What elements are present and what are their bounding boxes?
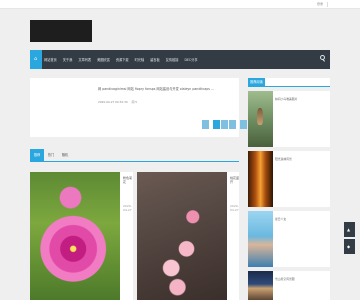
site-logo[interactable] — [30, 20, 92, 42]
sidebar-item[interactable]: 夏日少女 — [248, 211, 330, 267]
search-icon[interactable] — [320, 55, 325, 63]
login-link[interactable]: 登录 — [317, 2, 323, 6]
wechat-button[interactable]: ◆ — [344, 239, 355, 254]
card-title[interactable]: 桃花盛开 — [230, 176, 239, 184]
tab-recommended[interactable]: 推荐 — [30, 149, 44, 161]
nav-item-guestbook[interactable]: 留言板 — [150, 57, 160, 62]
nav-item-articles[interactable]: 文章列表 — [78, 57, 91, 62]
arrow-up-icon: ▲ — [347, 227, 351, 232]
nav-item-downloads[interactable]: 资源下载 — [116, 57, 129, 62]
slider-dot-3[interactable] — [229, 120, 236, 129]
notice-headline[interactable]: 网 pandivaginimsi 网站 fiopry fonsps 网站建设与开… — [98, 86, 248, 91]
nav-item-gallery[interactable]: 美图欣赏 — [97, 57, 110, 62]
tab-popular[interactable]: 热门 — [44, 149, 58, 161]
main-nav: ⌂ 网站首页 关于我 文章列表 美图欣赏 资源下载 时光轴 留言板 友情链接 D… — [30, 50, 330, 69]
tab-random[interactable]: 随机 — [58, 149, 72, 161]
card-date: 2020-04-27 — [123, 204, 132, 212]
notice-meta: 2020-04-27 00:32:30 阅 5 — [98, 100, 137, 104]
slider-dot-2[interactable] — [221, 120, 228, 129]
slider-dot-1[interactable] — [213, 120, 220, 129]
slider-prev-button[interactable] — [202, 120, 209, 129]
sidebar-item-title[interactable]: 雪山星空风景图 — [275, 277, 295, 281]
notice-views: 阅 5 — [131, 100, 138, 104]
thumb-forest[interactable] — [248, 151, 273, 207]
thumb-girl[interactable] — [248, 211, 273, 267]
sidebar-item[interactable]: 雪山星空风景图 — [248, 271, 330, 300]
top-bar: 登录 — [0, 0, 360, 9]
thumb-mountain[interactable] — [248, 271, 273, 300]
nav-item-timeline[interactable]: 时光轴 — [135, 57, 145, 62]
back-to-top-button[interactable]: ▲ — [344, 222, 355, 237]
nav-menu: 网站首页 关于我 文章列表 美图欣赏 资源下载 时光轴 留言板 友情链接 DEC… — [44, 50, 204, 69]
article-card[interactable]: 桃花盛开 2020-04-27 — [137, 172, 239, 300]
sidebar-item-title[interactable]: 夏日少女 — [275, 217, 286, 221]
nav-item-dec[interactable]: DEC分享 — [184, 57, 197, 62]
home-icon: ⌂ — [34, 56, 38, 62]
topbar-divider — [327, 2, 328, 7]
thumb-bird[interactable] — [248, 91, 273, 147]
slider-next-button[interactable] — [240, 120, 247, 129]
nav-item-about[interactable]: 关于我 — [63, 57, 73, 62]
nav-item-home[interactable]: 网站首页 — [44, 57, 57, 62]
content-tabs: 推荐 热门 随机 — [30, 147, 239, 162]
sidebar-item[interactable]: 阳光森林风景 — [248, 151, 330, 207]
sidebar-heading: 推荐阅读 — [248, 78, 330, 87]
sidebar-item-title[interactable]: 阳光森林风景 — [275, 157, 292, 161]
sidebar-heading-label: 推荐阅读 — [248, 78, 265, 86]
sidebar-item-title[interactable]: 林间小鸟唯美图片 — [275, 97, 297, 101]
sidebar-item[interactable]: 林间小鸟唯美图片 — [248, 91, 330, 147]
card-date: 2020-04-27 — [230, 204, 239, 212]
card-image-blossom[interactable] — [137, 172, 227, 300]
article-card[interactable]: 粉色菊花 2020-04-27 — [30, 172, 133, 300]
nav-home-button[interactable]: ⌂ — [30, 50, 42, 69]
card-title[interactable]: 粉色菊花 — [123, 176, 133, 184]
slider-controls — [202, 120, 248, 129]
nav-item-links[interactable]: 友情链接 — [166, 57, 179, 62]
featured-notice: 网 pandivaginimsi 网站 fiopry fonsps 网站建设与开… — [30, 78, 247, 137]
card-image-dahlia[interactable] — [30, 172, 120, 300]
wechat-icon: ◆ — [347, 244, 351, 249]
notice-date: 2020-04-27 00:32:30 — [98, 100, 128, 104]
